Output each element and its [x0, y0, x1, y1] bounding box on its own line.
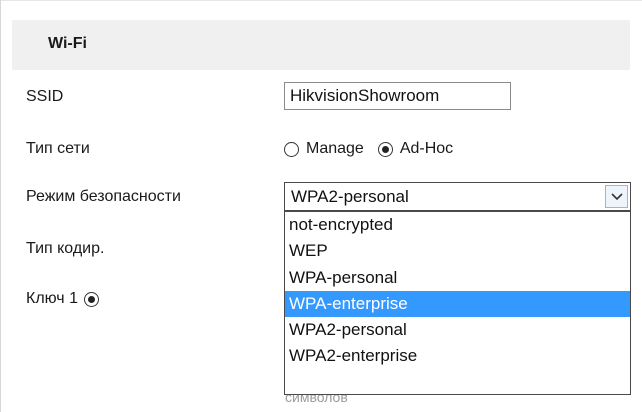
wifi-section-header: Wi-Fi: [12, 20, 630, 70]
key1-radio[interactable]: [83, 291, 99, 307]
option-wep[interactable]: WEP: [285, 238, 630, 264]
encryption-type-label: Тип кодир.: [26, 240, 105, 257]
network-type-radio-group: Manage Ad-Hoc: [284, 137, 467, 161]
ssid-input[interactable]: [284, 82, 511, 110]
ssid-label: SSID: [26, 88, 64, 105]
security-mode-label: Режим безопасности: [26, 188, 181, 205]
chevron-down-icon: [611, 193, 623, 201]
option-wpa-enterprise[interactable]: WPA-enterprise: [285, 290, 630, 318]
manage-radio[interactable]: [284, 141, 299, 157]
left-border: [0, 0, 1, 412]
security-mode-selected-value: WPA2-personal: [291, 187, 409, 206]
dropdown-toggle-button[interactable]: [605, 185, 628, 208]
section-title: Wi-Fi: [48, 35, 87, 52]
manage-label: Manage: [306, 140, 364, 157]
option-wpa-personal[interactable]: WPA-personal: [285, 265, 630, 291]
option-wpa2-personal[interactable]: WPA2-personal: [285, 317, 630, 343]
network-type-manage[interactable]: Manage: [284, 140, 364, 158]
option-wpa2-enterprise[interactable]: WPA2-enterprise: [285, 343, 630, 369]
security-mode-select[interactable]: WPA2-personal: [284, 182, 631, 211]
adhoc-label: Ad-Hoc: [399, 140, 454, 157]
top-border: [0, 0, 642, 1]
option-not-encrypted[interactable]: not-encrypted: [285, 212, 630, 238]
key1-row: Ключ 1: [26, 290, 99, 308]
network-type-adhoc[interactable]: Ad-Hoc: [377, 140, 454, 158]
adhoc-radio[interactable]: [377, 141, 393, 157]
key1-label: Ключ 1: [26, 290, 78, 307]
security-mode-listbox: not-encrypted WEP WPA-personal WPA-enter…: [284, 211, 631, 395]
network-type-label: Тип сети: [26, 140, 90, 157]
